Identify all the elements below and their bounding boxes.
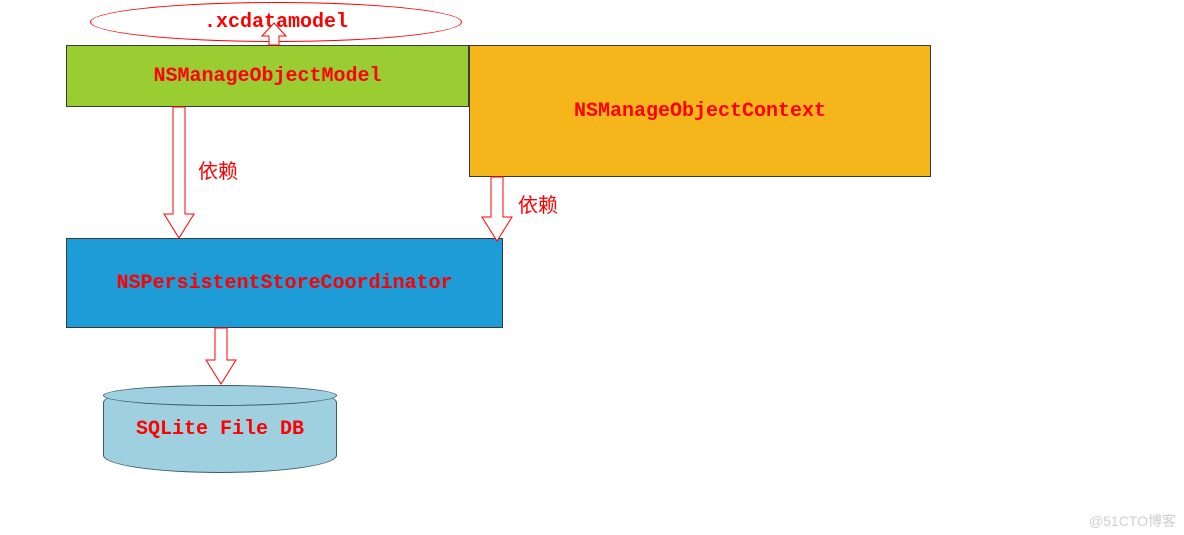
node-persistent-store-coordinator: NSPersistentStoreCoordinator: [66, 238, 503, 328]
edge-label-model-to-coordinator: 依赖: [198, 155, 238, 184]
node-managed-object-model: NSManageObjectModel: [66, 45, 469, 107]
node-xcdatamodel: .xcdatamodel: [90, 2, 462, 42]
arrow-context-to-coordinator: [482, 177, 512, 241]
node-managed-object-context-label: NSManageObjectContext: [574, 100, 826, 123]
arrow-coordinator-to-sqlite: [206, 328, 236, 384]
node-sqlite-file-db: SQLite File DB: [103, 385, 337, 473]
node-sqlite-file-db-label: SQLite File DB: [136, 418, 304, 441]
edge-label-context-to-coordinator: 依赖: [518, 189, 558, 218]
node-managed-object-model-label: NSManageObjectModel: [153, 65, 381, 88]
node-persistent-store-coordinator-label: NSPersistentStoreCoordinator: [116, 272, 452, 295]
arrow-model-to-coordinator: [164, 107, 194, 238]
watermark: @51CTO博客: [1089, 511, 1176, 531]
node-managed-object-context: NSManageObjectContext: [469, 45, 931, 177]
node-xcdatamodel-label: .xcdatamodel: [204, 11, 348, 34]
